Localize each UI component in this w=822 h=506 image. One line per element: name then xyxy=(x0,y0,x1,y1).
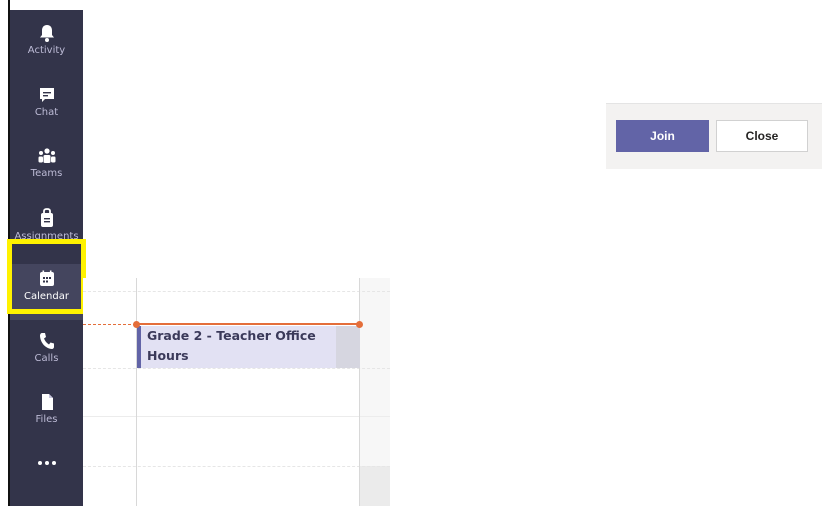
rail-item-calls[interactable]: Calls xyxy=(10,326,83,382)
teams-icon xyxy=(37,147,57,165)
assignments-icon xyxy=(39,208,55,228)
rail-item-label: Activity xyxy=(27,45,66,56)
phone-icon xyxy=(39,332,55,350)
column-divider xyxy=(359,278,360,506)
close-button[interactable]: Close xyxy=(716,120,808,152)
time-gutter xyxy=(83,278,136,506)
rail-item-teams[interactable]: Teams xyxy=(10,141,83,197)
rail-item-files[interactable]: Files xyxy=(10,387,83,443)
chat-icon xyxy=(39,86,55,104)
current-time-indicator-dashed xyxy=(83,324,136,325)
current-time-dot xyxy=(356,320,363,328)
rail-item-more[interactable] xyxy=(10,450,83,506)
event-title: Grade 2 - Teacher Office Hours xyxy=(147,328,316,363)
bell-icon xyxy=(39,24,55,42)
grid-line xyxy=(83,416,390,417)
grid-line xyxy=(83,291,390,292)
current-time-dot xyxy=(133,320,140,328)
calendar-event[interactable]: Grade 2 - Teacher Office Hours xyxy=(137,326,360,368)
join-button[interactable]: Join xyxy=(616,120,709,152)
grid-line xyxy=(83,368,390,369)
grid-line xyxy=(83,466,390,467)
column-divider xyxy=(136,278,137,506)
file-icon xyxy=(39,393,55,411)
rail-item-label: Chat xyxy=(34,107,59,118)
calendar-highlight-box xyxy=(7,239,86,314)
rail-item-activity[interactable]: Activity xyxy=(10,18,83,74)
rail-item-label: Teams xyxy=(30,168,63,179)
rail-item-label: Files xyxy=(35,414,58,425)
more-icon xyxy=(36,456,58,470)
meeting-popup-actions: Join Close xyxy=(606,103,822,169)
rail-item-label: Calls xyxy=(34,353,59,364)
event-overflow-shade xyxy=(336,326,360,368)
rail-item-chat[interactable]: Chat xyxy=(10,80,83,136)
next-day-shade xyxy=(360,466,390,506)
calendar-grid: Grade 2 - Teacher Office Hours xyxy=(83,278,390,506)
current-time-line xyxy=(136,323,360,325)
